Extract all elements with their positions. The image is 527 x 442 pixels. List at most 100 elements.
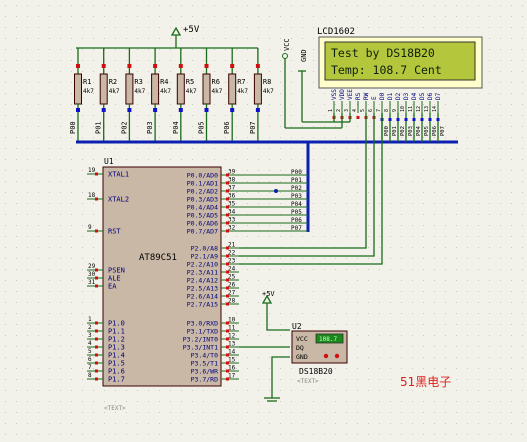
- u1-pin-name: EA: [108, 283, 117, 291]
- pin-end-icon: [204, 64, 209, 68]
- pin-end-icon: [101, 108, 106, 112]
- bus-net-label: P07: [291, 225, 302, 232]
- pin-end-icon: [127, 108, 132, 112]
- pin-end-icon: [204, 108, 209, 112]
- resistor-name: R1: [83, 78, 91, 86]
- lcd-pin-number: 10: [400, 106, 406, 112]
- pin-end-icon: [95, 268, 98, 272]
- pin-end-icon: [404, 118, 408, 121]
- pin-end-icon: [101, 64, 106, 68]
- bus-net-label: P05: [291, 209, 302, 216]
- u1-pin-name: P0.7/AD7: [187, 228, 218, 236]
- pin-end-icon: [95, 329, 98, 333]
- lcd-line-2: Temp: 108.7 Cent: [331, 63, 442, 77]
- lcd-pin-name: D5: [419, 92, 426, 100]
- resistor-name: R7: [237, 78, 245, 86]
- resistor-body: [176, 73, 185, 105]
- u1-pin-name: P0.6/AD6: [187, 220, 218, 228]
- u1-part-name: AT89C51: [139, 253, 177, 263]
- u1-pin-name: P2.1/A9: [191, 253, 218, 261]
- p0-bus-labels: P00P01P02P03P04P05P06P07: [291, 169, 302, 232]
- lcd-ref: LCD1602: [317, 27, 355, 37]
- power-label-top: +5V: [183, 25, 200, 35]
- u1-pin-number: 26: [228, 282, 236, 289]
- pin-end-icon: [230, 64, 235, 68]
- u1-pin-name: P1.7: [108, 376, 125, 384]
- u1-pin-name: P2.4/A12: [187, 277, 218, 285]
- resistor-value: 4k7: [263, 88, 274, 95]
- pin-end-icon: [95, 321, 98, 325]
- lcd-pin-number: 14: [432, 106, 438, 112]
- u1-pin-number: 15: [228, 357, 236, 364]
- u2-text-tag: <TEXT>: [297, 378, 319, 385]
- pin-end-icon: [436, 118, 440, 121]
- pin-end-icon: [255, 108, 260, 112]
- u1-pin-number: 35: [228, 201, 236, 208]
- lcd-vcc-label: VCC: [283, 38, 291, 51]
- u1-pin-name: P1.1: [108, 328, 125, 336]
- resistor-body: [151, 73, 160, 105]
- u1-pin-name: P3.2/INT0: [183, 336, 218, 344]
- u1-pin-name: P1.0: [108, 320, 125, 328]
- pin-end-icon: [178, 108, 183, 112]
- lcd-pin-number: 7: [376, 109, 382, 112]
- lcd-pin-number: 9: [392, 109, 398, 112]
- schematic-canvas[interactable]: +5V R1 4k7 P00 R2 4k7 P01 R3 4k7 P02 R4 4k7 P03 R5 4k…: [0, 0, 527, 442]
- u2-display-value: 108.7: [319, 336, 337, 343]
- pin-end-icon: [95, 345, 98, 349]
- resistor-name: R3: [134, 78, 142, 86]
- u1-pin-number: 31: [88, 279, 96, 286]
- u1-pin-name: PSEN: [108, 267, 125, 275]
- u1-pin-number: 12: [228, 333, 236, 340]
- resistor-body: [125, 73, 134, 105]
- resistor-value: 4k7: [109, 88, 120, 95]
- u1-pin-name: P0.3/AD3: [187, 196, 218, 204]
- u1-pin-number: 8: [88, 372, 92, 379]
- u1-pin-number: 32: [228, 225, 236, 232]
- pin-end-icon: [412, 118, 416, 121]
- u1-pin-name: P3.5/T1: [191, 360, 218, 368]
- resistor-net-label: P03: [146, 121, 154, 134]
- u1-pin-name: P3.4/T0: [191, 352, 218, 360]
- pin-end-icon: [255, 64, 260, 68]
- bus-net-label: P03: [291, 193, 302, 200]
- u1-pin-number: 17: [228, 373, 236, 380]
- resistor-net-label: P05: [198, 121, 206, 134]
- lcd-pin-number: 1: [328, 109, 334, 112]
- lcd-data-label: P03: [408, 126, 414, 136]
- u1-pin-name: P0.2/AD2: [187, 188, 218, 196]
- u2-button-icon[interactable]: [323, 353, 329, 359]
- brand-watermark: 51黑电子: [400, 375, 451, 389]
- u1-pin-number: 11: [228, 325, 236, 332]
- pin-end-icon: [230, 108, 235, 112]
- u2-ref: U2: [292, 322, 302, 331]
- pin-end-icon: [95, 197, 98, 201]
- lcd-pin-number: 11: [408, 106, 414, 112]
- lcd-pin-name: VSS: [331, 89, 338, 100]
- resistor-net-label: P00: [69, 121, 77, 134]
- pin-end-icon: [153, 64, 158, 68]
- resistor-body: [253, 73, 262, 105]
- u1-pin-number: 9: [88, 224, 92, 231]
- resistor-value: 4k7: [83, 88, 94, 95]
- pin-end-icon: [396, 118, 400, 121]
- u1-pin-name: ALE: [108, 275, 121, 283]
- u1-pin-number: 1: [88, 316, 92, 323]
- u2-button-icon[interactable]: [334, 353, 340, 359]
- u1-pin-number: 2: [88, 324, 92, 331]
- pin-end-icon: [153, 108, 158, 112]
- lcd-pin-number: 4: [352, 109, 358, 112]
- u1-pin-number: 38: [228, 177, 236, 184]
- u1-pin-number: 22: [228, 250, 236, 257]
- pin-end-icon: [127, 64, 132, 68]
- u1-pin-number: 24: [228, 266, 236, 273]
- pin-end-icon: [95, 276, 98, 280]
- u1-pin-number: 30: [88, 271, 96, 278]
- u1-pin-number: 6: [88, 356, 92, 363]
- pin-end-icon: [95, 369, 98, 373]
- u1-pin-number: 36: [228, 193, 236, 200]
- lcd-pin-name: RS: [355, 92, 362, 100]
- u1-pin-number: 37: [228, 185, 236, 192]
- lcd-pin-name: D1: [387, 92, 394, 100]
- lcd-pin-name: D2: [395, 92, 402, 100]
